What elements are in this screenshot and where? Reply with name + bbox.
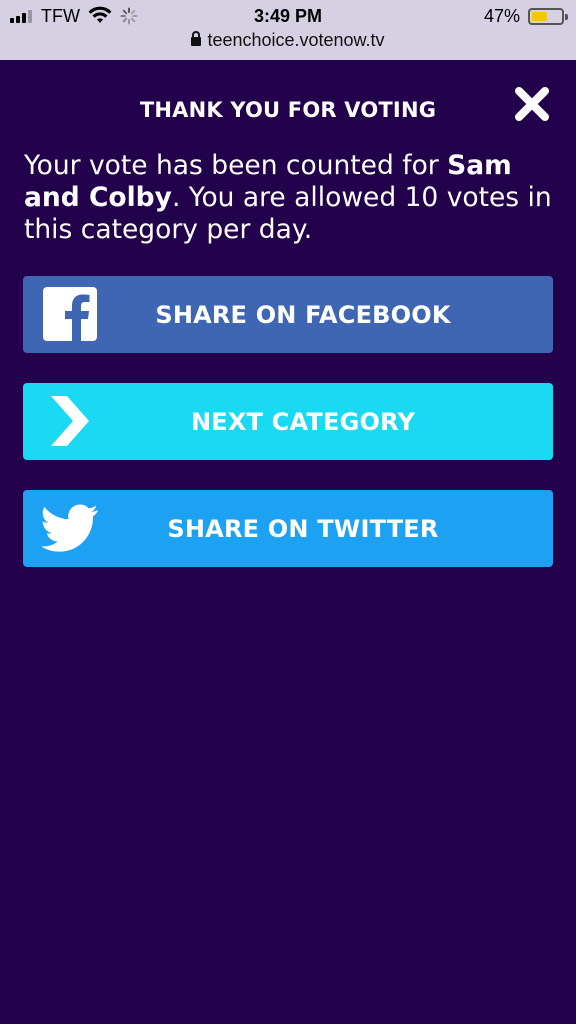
next-category-button[interactable]: NEXT CATEGORY bbox=[23, 383, 553, 460]
battery-percent: 47% bbox=[483, 6, 520, 26]
share-facebook-button[interactable]: SHARE ON FACEBOOK bbox=[23, 276, 553, 353]
share-twitter-button[interactable]: SHARE ON TWITTER bbox=[23, 490, 553, 567]
browser-chrome: TFW 3:49 PM 47% teenchoice.votenow.tv bbox=[0, 0, 576, 60]
chevron-right-icon bbox=[51, 396, 89, 446]
share-twitter-label: SHARE ON TWITTER bbox=[167, 514, 439, 543]
facebook-icon bbox=[43, 287, 97, 341]
next-category-label: NEXT CATEGORY bbox=[190, 407, 416, 436]
twitter-icon bbox=[41, 504, 99, 552]
lock-icon bbox=[191, 31, 202, 46]
close-icon[interactable] bbox=[512, 84, 552, 124]
share-facebook-label: SHARE ON FACEBOOK bbox=[155, 300, 451, 329]
vote-message: Your vote has been counted for Sam and C… bbox=[24, 150, 552, 245]
status-bar: TFW 3:49 PM 47% bbox=[0, 0, 576, 32]
address-bar[interactable]: teenchoice.votenow.tv bbox=[0, 30, 576, 51]
modal-title: THANK YOU FOR VOTING bbox=[139, 98, 437, 122]
url-text: teenchoice.votenow.tv bbox=[207, 30, 385, 50]
battery-icon bbox=[528, 8, 568, 25]
